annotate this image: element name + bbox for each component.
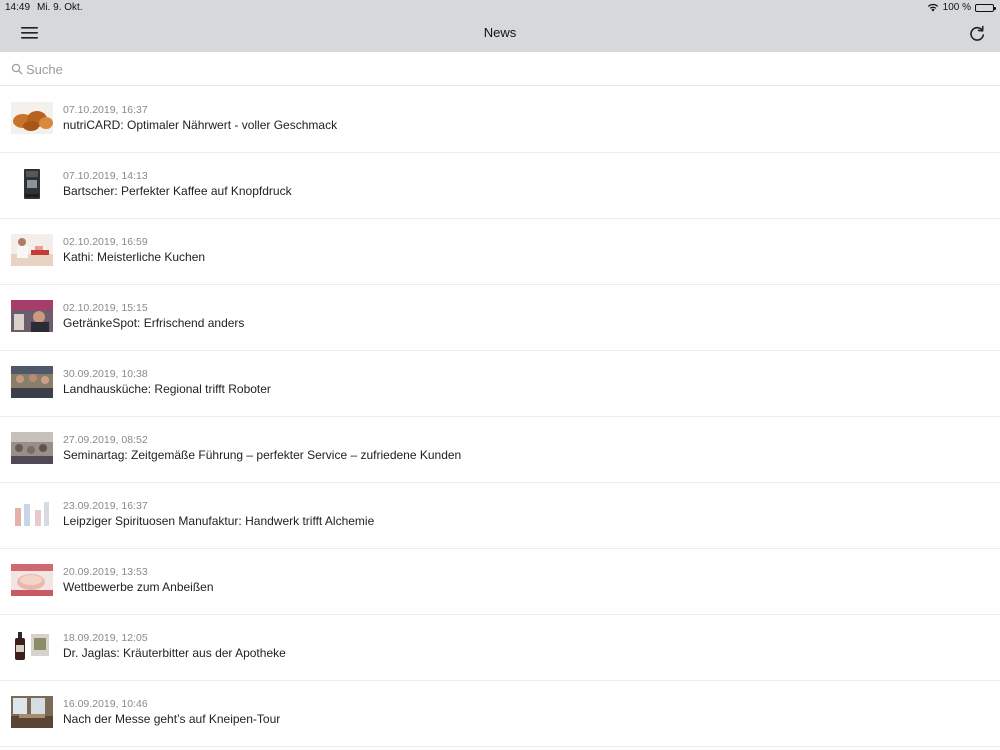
news-list-item[interactable]: 18.09.2019, 12:05 Dr. Jaglas: Kräuterbit… [0, 615, 1000, 681]
search-icon [11, 63, 23, 75]
news-list-item[interactable]: 23.09.2019, 16:37 Leipziger Spirituosen … [0, 483, 1000, 549]
news-thumbnail-coffee-machine [11, 168, 53, 200]
news-title: GetränkeSpot: Erfrischend anders [63, 316, 245, 330]
navigation-bar: 14:49 Mi. 9. Okt. 100 % News [0, 0, 1000, 52]
search-bar [0, 52, 1000, 86]
news-date: 07.10.2019, 14:13 [63, 170, 148, 182]
news-list-item[interactable]: 07.10.2019, 14:13 Bartscher: Perfekter K… [0, 153, 1000, 219]
news-list: 07.10.2019, 16:37 nutriCARD: Optimaler N… [0, 87, 1000, 747]
page-title: News [483, 25, 517, 40]
status-time: 14:49 [5, 2, 31, 13]
news-title: Bartscher: Perfekter Kaffee auf Knopfdru… [63, 184, 292, 198]
news-title: Landhausküche: Regional trifft Roboter [63, 382, 271, 396]
news-date: 02.10.2019, 15:15 [63, 302, 148, 314]
refresh-button[interactable] [967, 24, 987, 44]
news-list-item[interactable]: 16.09.2019, 10:46 Nach der Messe geht’s … [0, 681, 1000, 747]
news-title: Dr. Jaglas: Kräuterbitter aus der Apothe… [63, 646, 286, 660]
news-thumbnail-kitchen-people [11, 366, 53, 398]
news-title: Wettbewerbe zum Anbeißen [63, 580, 214, 594]
news-date: 23.09.2019, 16:37 [63, 500, 148, 512]
news-thumbnail-potatoes [11, 102, 53, 134]
news-date: 30.09.2019, 10:38 [63, 368, 148, 380]
news-date: 02.10.2019, 16:59 [63, 236, 148, 248]
news-list-item[interactable]: 07.10.2019, 16:37 nutriCARD: Optimaler N… [0, 87, 1000, 153]
status-indicators: 100 % [927, 2, 996, 13]
search-input[interactable] [26, 59, 926, 79]
status-date: Mi. 9. Okt. [37, 2, 83, 13]
battery-percentage: 100 % [942, 2, 971, 13]
news-date: 16.09.2019, 10:46 [63, 698, 148, 710]
news-title: Seminartag: Zeitgemäße Führung – perfekt… [63, 448, 462, 462]
news-title: Leipziger Spirituosen Manufaktur: Handwe… [63, 514, 375, 528]
news-title: Nach der Messe geht’s auf Kneipen-Tour [63, 712, 281, 726]
news-list-item[interactable]: 30.09.2019, 10:38 Landhausküche: Regiona… [0, 351, 1000, 417]
news-thumbnail-baker [11, 234, 53, 266]
news-list-item[interactable]: 20.09.2019, 13:53 Wettbewerbe zum Anbeiß… [0, 549, 1000, 615]
news-thumbnail-cake-competition [11, 564, 53, 596]
wifi-icon [927, 3, 938, 12]
news-list-item[interactable]: 27.09.2019, 08:52 Seminartag: Zeitgemäße… [0, 417, 1000, 483]
news-thumbnail-bottles-white [11, 498, 53, 530]
news-thumbnail-drinks-stand [11, 300, 53, 332]
news-date: 07.10.2019, 16:37 [63, 104, 148, 116]
news-date: 20.09.2019, 13:53 [63, 566, 148, 578]
news-thumbnail-seminar [11, 432, 53, 464]
news-list-item[interactable]: 02.10.2019, 15:15 GetränkeSpot: Erfrisch… [0, 285, 1000, 351]
news-date: 27.09.2019, 08:52 [63, 434, 148, 446]
news-thumbnail-pub-interior [11, 696, 53, 728]
news-list-item[interactable]: 02.10.2019, 16:59 Kathi: Meisterliche Ku… [0, 219, 1000, 285]
status-bar: 14:49 Mi. 9. Okt. 100 % [0, 0, 1000, 16]
news-title: nutriCARD: Optimaler Nährwert - voller G… [63, 118, 338, 132]
news-thumbnail-bitter-bottle [11, 630, 53, 662]
news-title: Kathi: Meisterliche Kuchen [63, 250, 206, 264]
refresh-icon [970, 25, 985, 41]
battery-icon [975, 3, 996, 12]
news-date: 18.09.2019, 12:05 [63, 632, 148, 644]
